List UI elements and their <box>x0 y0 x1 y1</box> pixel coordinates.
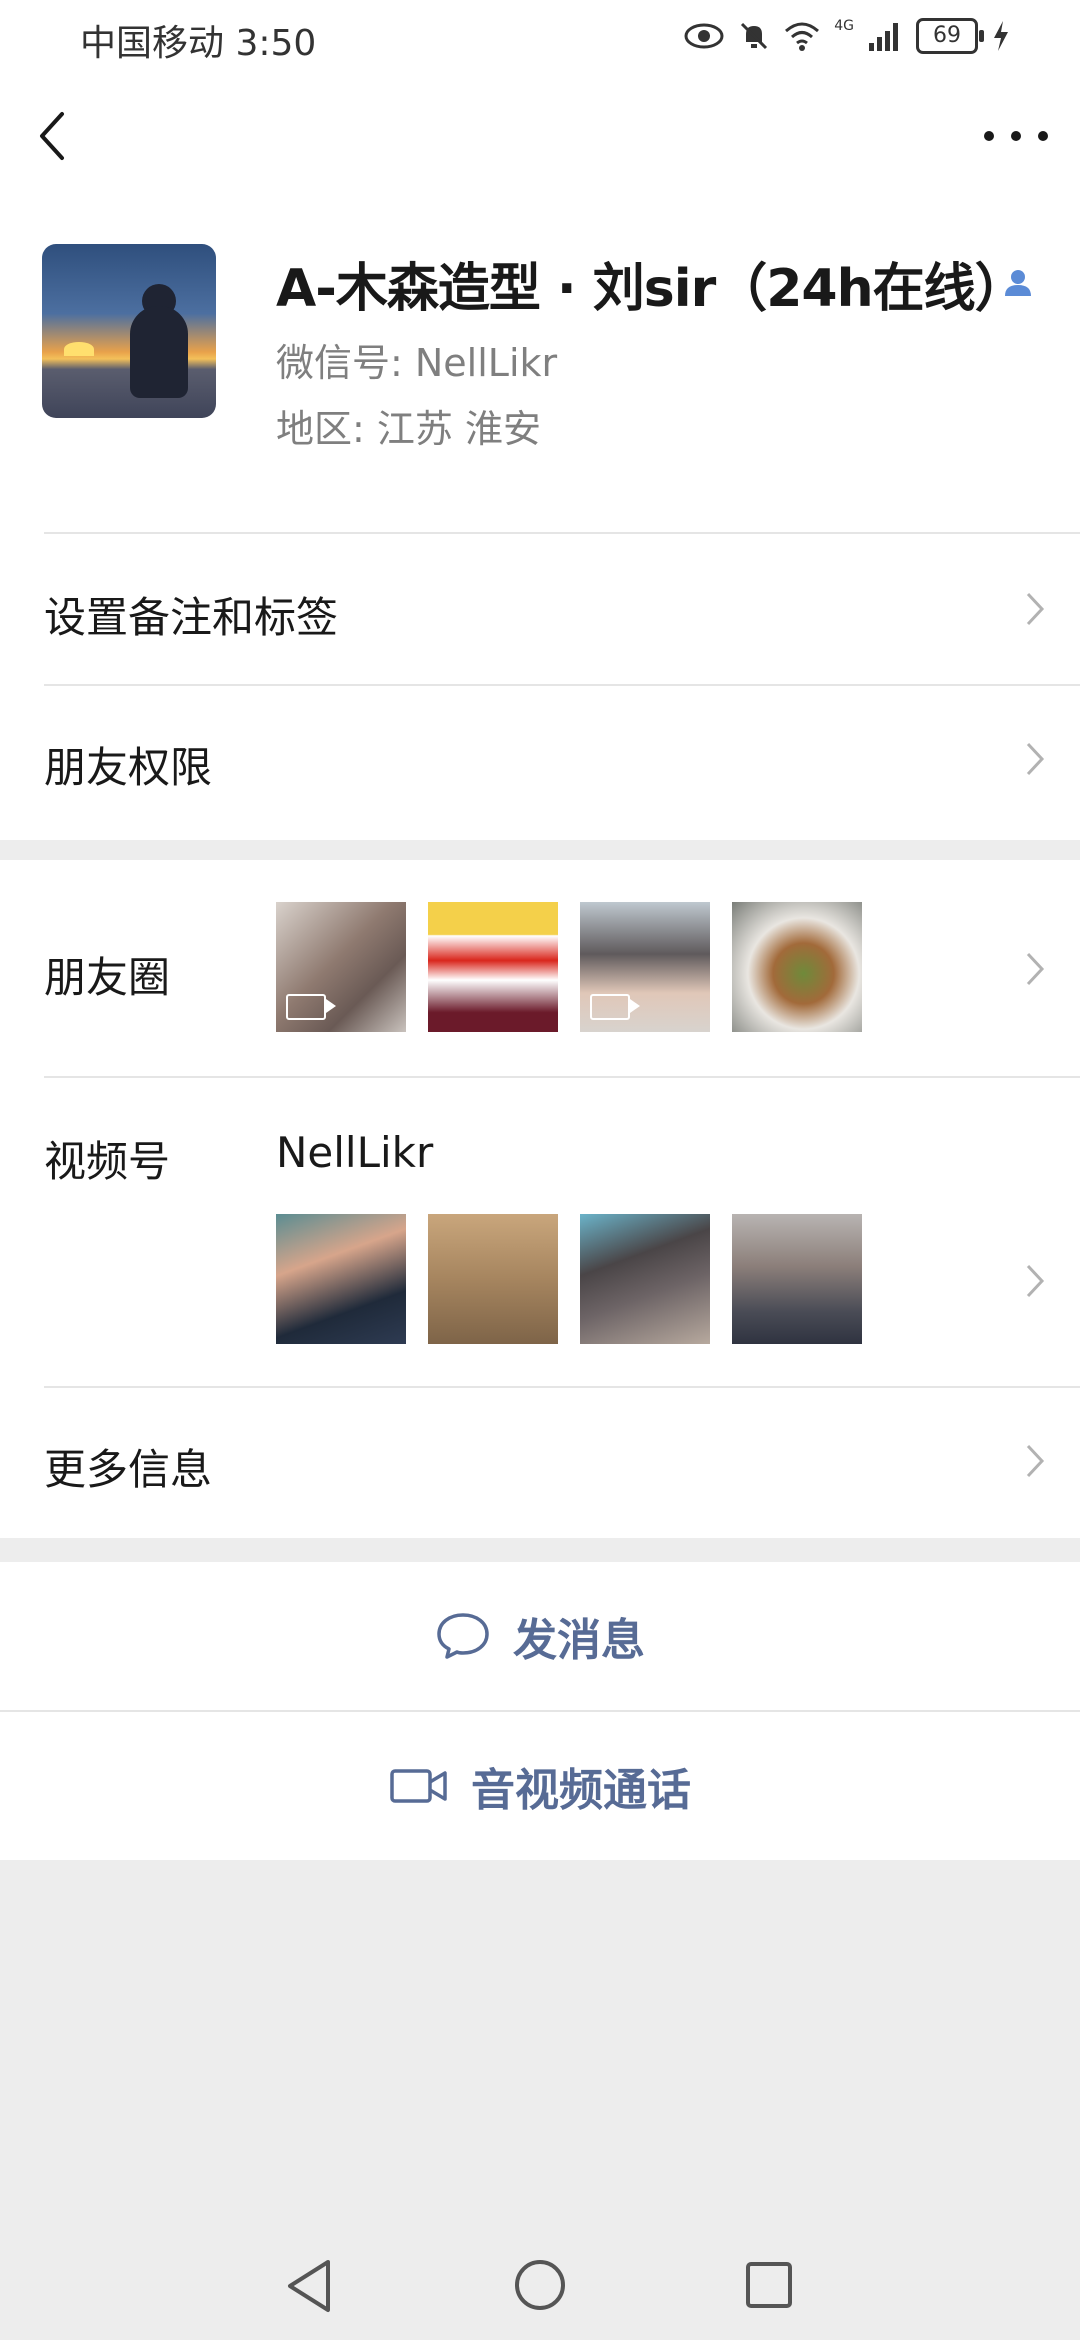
status-bar: 中国移动 3:50 4G 69 <box>0 0 1080 72</box>
send-message-label: 发消息 <box>513 1615 645 1666</box>
network-type: 4G <box>834 18 854 34</box>
wifi-icon <box>785 22 820 51</box>
channels-thumb[interactable] <box>732 1214 862 1344</box>
chevron-right-icon <box>1026 952 1045 986</box>
friend-permissions-label: 朋友权限 <box>44 743 213 792</box>
moments-row[interactable]: 朋友圈 <box>0 860 1080 1076</box>
chevron-right-icon <box>1026 742 1045 776</box>
more-info-label: 更多信息 <box>44 1445 213 1494</box>
wechat-id: 微信号: NellLikr <box>276 341 558 385</box>
nav-home-icon[interactable] <box>513 2258 567 2312</box>
signal-icon <box>869 23 898 51</box>
remark-tags-label: 设置备注和标签 <box>44 593 339 642</box>
nav-back-icon[interactable] <box>284 2258 334 2314</box>
moments-thumb[interactable] <box>580 902 710 1032</box>
region: 地区: 江苏 淮安 <box>276 407 541 451</box>
status-icons: 4G 69 <box>684 16 1010 56</box>
video-badge-icon <box>590 994 640 1020</box>
battery-indicator: 69 <box>916 18 984 54</box>
friend-permissions-row[interactable]: 朋友权限 <box>0 686 1080 836</box>
chevron-right-icon <box>1026 1444 1045 1478</box>
system-nav-bar <box>0 2226 1080 2340</box>
back-icon[interactable] <box>32 108 72 164</box>
charging-icon <box>994 21 1008 51</box>
eye-icon <box>684 23 724 49</box>
chat-bubble-icon <box>437 1613 489 1659</box>
more-icon[interactable] <box>984 118 1048 154</box>
channels-thumb[interactable] <box>428 1214 558 1344</box>
video-badge-icon <box>286 994 336 1020</box>
chevron-right-icon <box>1026 592 1045 626</box>
bell-muted-icon <box>741 22 768 50</box>
video-call-button[interactable]: 音视频通话 <box>0 1712 1080 1860</box>
moments-thumb[interactable] <box>428 902 558 1032</box>
more-info-row[interactable]: 更多信息 <box>0 1388 1080 1538</box>
moments-thumb[interactable] <box>732 902 862 1032</box>
video-call-label: 音视频通话 <box>471 1765 691 1816</box>
contact-name: A-木森造型 · 刘sir（24h在线） <box>276 259 1027 319</box>
nav-recent-icon[interactable] <box>744 2260 794 2310</box>
send-message-button[interactable]: 发消息 <box>0 1562 1080 1710</box>
video-camera-icon <box>390 1769 447 1803</box>
moments-thumb[interactable] <box>276 902 406 1032</box>
channels-label: 视频号 <box>44 1137 171 1186</box>
channels-name: NellLikr <box>276 1128 434 1177</box>
chevron-right-icon <box>1026 1264 1045 1298</box>
moments-label: 朋友圈 <box>44 953 171 1002</box>
channels-thumb[interactable] <box>276 1214 406 1344</box>
channels-row[interactable]: 视频号 NellLikr <box>0 1078 1080 1386</box>
avatar[interactable] <box>42 244 216 418</box>
contact-icon <box>1005 270 1031 296</box>
channels-thumb[interactable] <box>580 1214 710 1344</box>
remark-tags-row[interactable]: 设置备注和标签 <box>0 534 1080 684</box>
carrier-time: 中国移动 3:50 <box>80 23 317 64</box>
